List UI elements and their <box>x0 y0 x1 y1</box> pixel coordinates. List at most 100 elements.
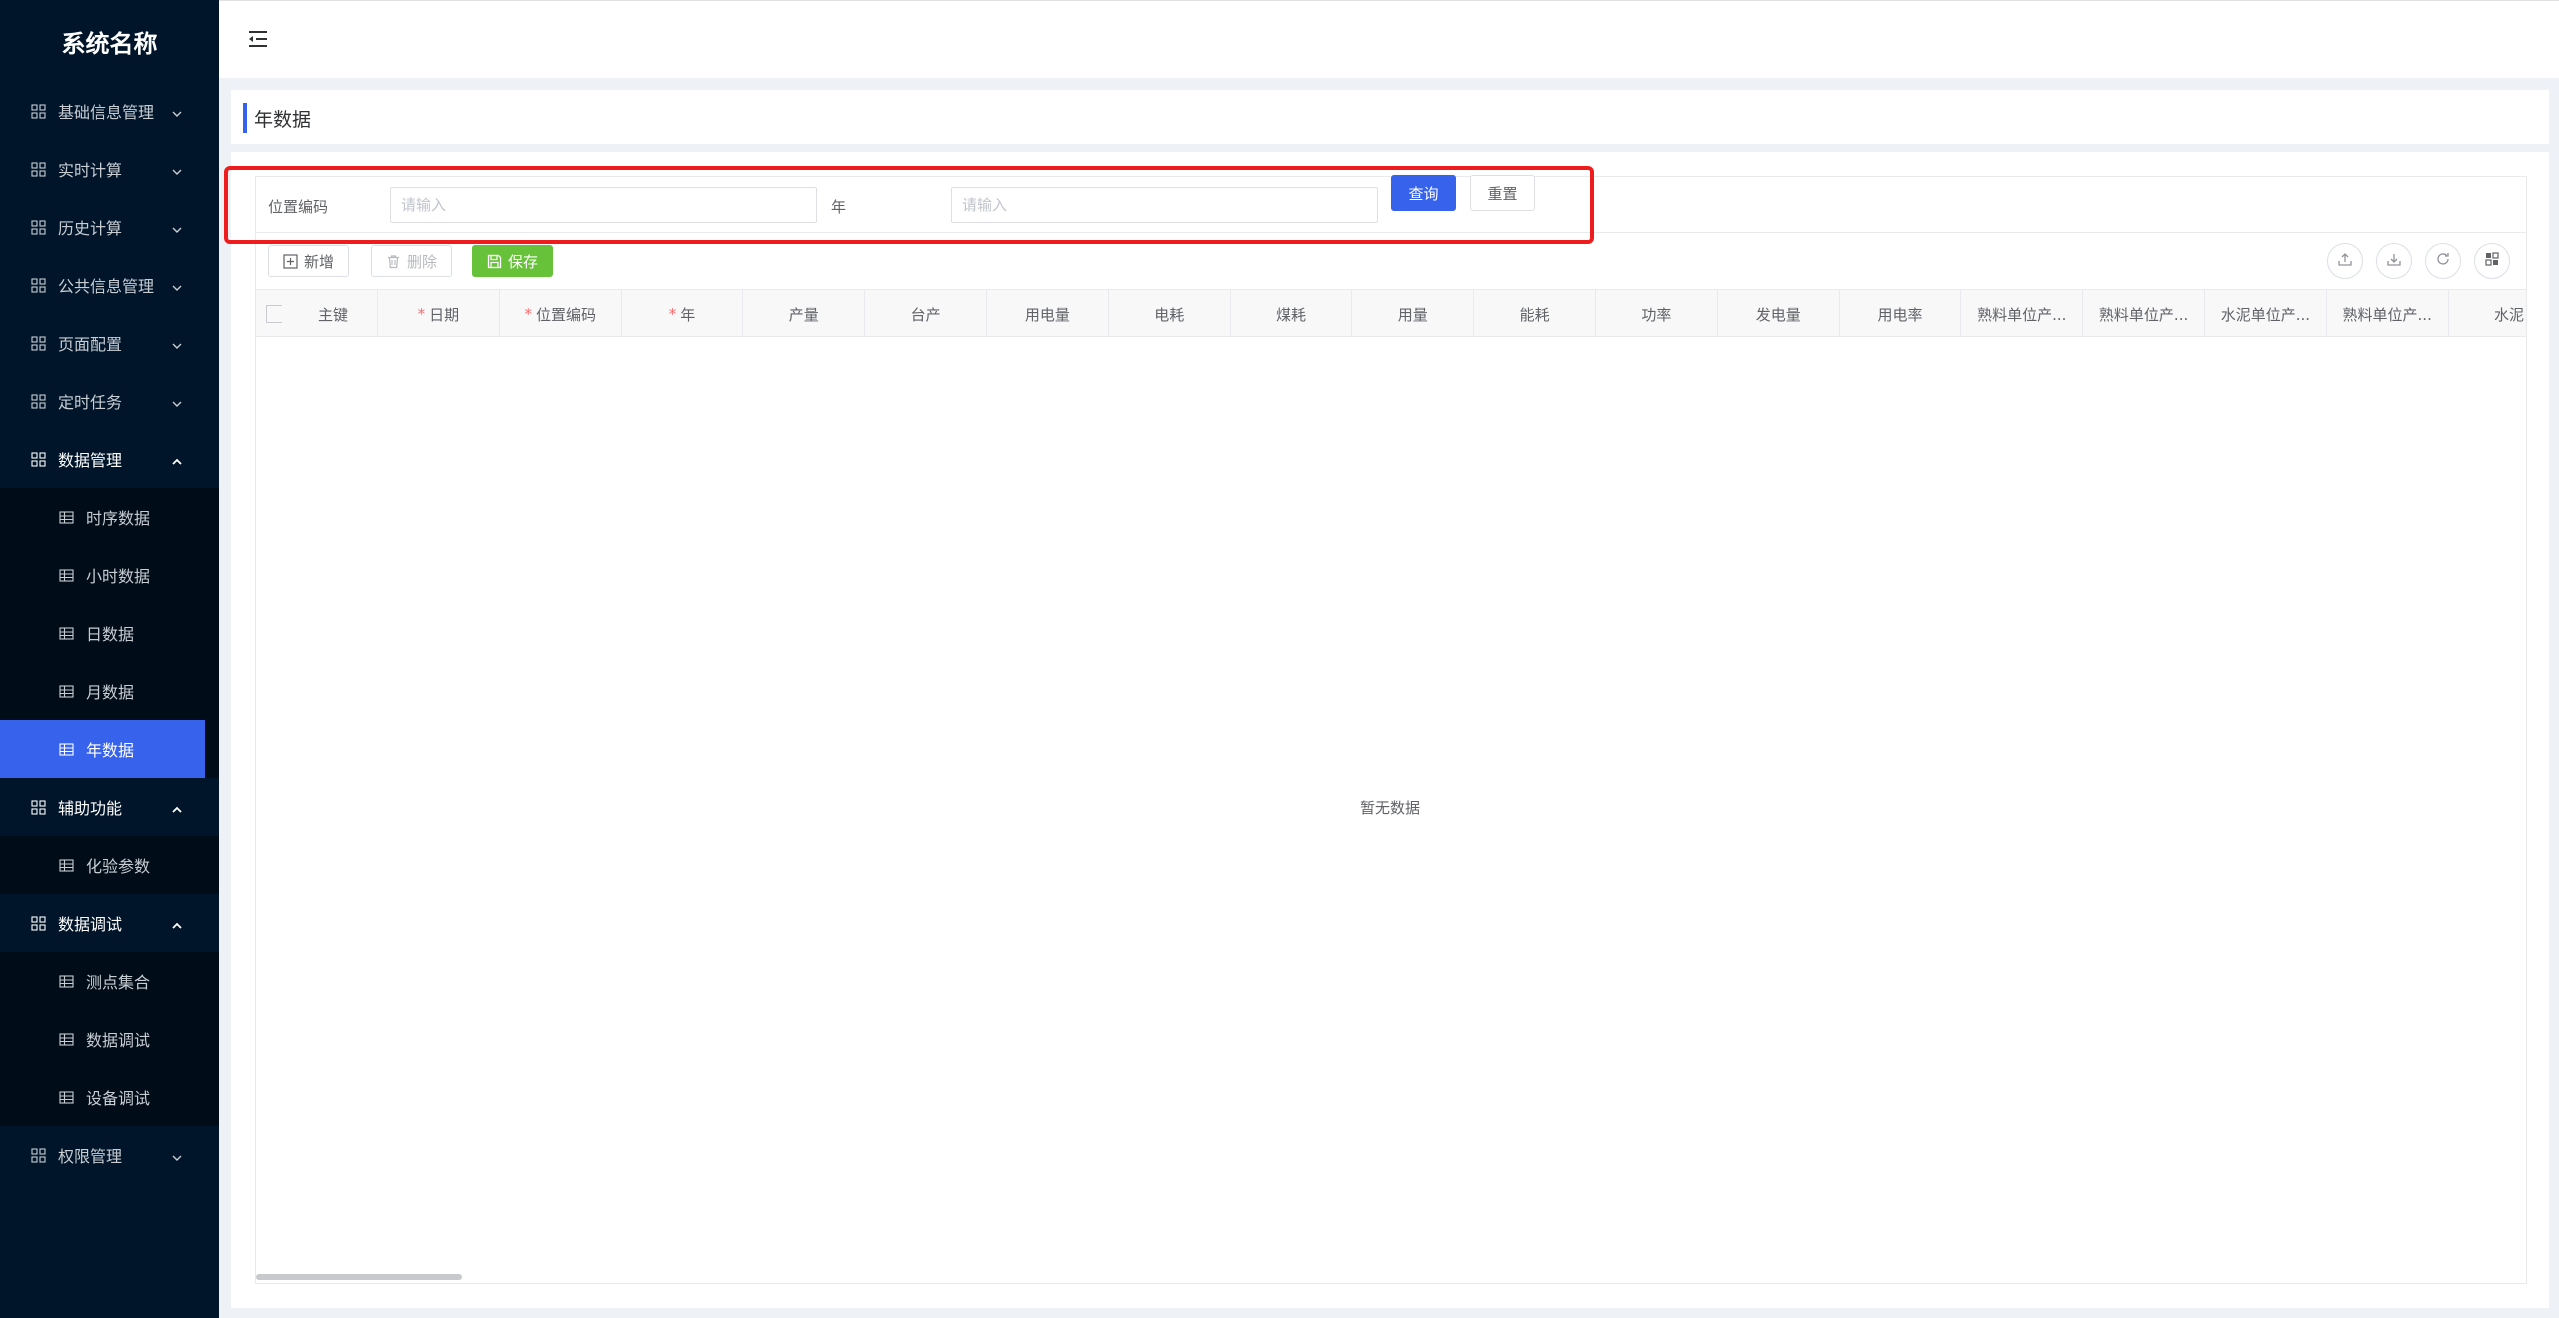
sidebar-menu: 基础信息管理 实时计算历史计算公共信息管理 页面配置定时任务数据管理时序数据小时数据… <box>0 82 219 1184</box>
column-label: 台产 <box>910 305 941 324</box>
table-icon <box>59 568 74 583</box>
add-button-label: 新增 <box>304 252 335 271</box>
column-label: 用电率 <box>1877 305 1923 324</box>
sidebar-subitem-label: 年数据 <box>86 741 135 760</box>
app-title: 系统名称 <box>61 29 158 58</box>
sidebar-subitem-label: 测点集合 <box>86 973 151 992</box>
sidebar-subitem[interactable]: 日数据 <box>0 604 219 662</box>
page-title: 年数据 <box>254 109 312 131</box>
grid-icon <box>31 1147 46 1163</box>
import-button[interactable] <box>2327 243 2363 279</box>
grid-icon <box>31 393 46 409</box>
chevron-up-icon <box>171 453 183 465</box>
table-icon <box>59 858 74 873</box>
table-column-header[interactable]: 水泥 <box>2449 290 2526 336</box>
grid-icon <box>31 161 46 177</box>
sidebar-subitem[interactable]: 测点集合 <box>0 952 219 1010</box>
sidebar-item-label: 定时任务 <box>58 393 123 412</box>
required-asterisk: * <box>668 305 677 323</box>
column-settings-button[interactable] <box>2474 243 2510 279</box>
sidebar-item[interactable]: 实时计算 <box>0 140 219 198</box>
table-column-header[interactable]: 熟料单位产... <box>2083 290 2205 336</box>
chevron-down-icon <box>171 163 183 175</box>
table-column-header[interactable]: 能耗 <box>1474 290 1596 336</box>
table-column-header[interactable]: 用量 <box>1352 290 1475 336</box>
table-icon <box>59 626 74 641</box>
table-column-header[interactable]: 功率 <box>1596 290 1718 336</box>
sidebar-item-label: 页面配置 <box>58 335 123 354</box>
table-column-header[interactable]: 熟料单位产... <box>2327 290 2449 336</box>
download-icon <box>2386 251 2402 271</box>
sidebar-subitem[interactable]: 小时数据 <box>0 546 219 604</box>
save-button-label: 保存 <box>508 252 539 271</box>
column-label: 发电量 <box>1755 305 1801 324</box>
table-column-header[interactable]: * 年 <box>622 290 744 336</box>
sidebar-subitem[interactable]: 月数据 <box>0 662 219 720</box>
refresh-button[interactable] <box>2425 243 2461 279</box>
table-column-header[interactable]: 用电率 <box>1840 290 1962 336</box>
sidebar-item-label: 实时计算 <box>58 161 123 180</box>
column-label: 电耗 <box>1154 305 1185 324</box>
sidebar-item[interactable]: 数据管理 <box>0 430 219 488</box>
menu-collapse-icon[interactable] <box>247 29 269 49</box>
delete-button-label: 删除 <box>407 252 438 271</box>
table-column-header[interactable]: * 日期 <box>378 290 500 336</box>
column-label: 年 <box>680 305 696 324</box>
select-all-checkbox[interactable] <box>266 305 282 323</box>
table-icon <box>59 510 74 525</box>
plus-square-icon <box>283 253 298 269</box>
table-column-header[interactable]: 台产 <box>865 290 987 336</box>
table-column-header[interactable]: 电耗 <box>1109 290 1231 336</box>
sidebar-item[interactable]: 数据调试 <box>0 894 219 952</box>
table-column-header[interactable]: 水泥单位产... <box>2205 290 2327 336</box>
sidebar-item[interactable]: 历史计算 <box>0 198 219 256</box>
table-column-header[interactable]: 主键 <box>289 290 378 336</box>
table-column-header[interactable]: * 位置编码 <box>500 290 622 336</box>
table-icon <box>59 1032 74 1047</box>
refresh-icon <box>2435 251 2451 271</box>
sidebar-item[interactable]: 页面配置 <box>0 314 219 372</box>
sidebar-item[interactable]: 权限管理 <box>0 1126 219 1184</box>
table-column-header[interactable]: 发电量 <box>1718 290 1840 336</box>
grid-icon <box>2484 251 2500 271</box>
grid-icon <box>31 799 46 815</box>
sidebar-subitem[interactable]: 化验参数 <box>0 836 219 894</box>
grid-icon <box>31 277 46 293</box>
chevron-down-icon <box>171 105 183 117</box>
sidebar-subitem[interactable]: 数据调试 <box>0 1010 219 1068</box>
grid-icon <box>31 915 46 931</box>
sidebar-item[interactable]: 公共信息管理 <box>0 256 219 314</box>
required-asterisk: * <box>417 305 426 323</box>
column-label: 用量 <box>1397 305 1428 324</box>
delete-button[interactable]: 删除 <box>371 245 453 277</box>
table-column-header[interactable]: 煤耗 <box>1231 290 1353 336</box>
sidebar-subitem[interactable]: 设备调试 <box>0 1068 219 1126</box>
sidebar-item[interactable]: 辅助功能 <box>0 778 219 836</box>
sidebar-item[interactable]: 基础信息管理 <box>0 82 219 140</box>
sidebar-item-label: 基础信息管理 <box>58 103 155 122</box>
sidebar-item-label: 数据管理 <box>58 451 123 470</box>
table-column-header[interactable]: 用电量 <box>987 290 1109 336</box>
column-label: 熟料单位产... <box>1977 305 2067 324</box>
title-accent <box>243 103 247 133</box>
add-button[interactable]: 新增 <box>268 245 350 277</box>
column-label: 产量 <box>788 305 819 324</box>
export-button[interactable] <box>2376 243 2412 279</box>
sidebar: 系统名称 基础信息管理 实时计算历史计算公共信息管理 页面配置定时任务数据管理时序数… <box>0 0 219 1318</box>
chevron-down-icon <box>171 221 183 233</box>
grid-icon <box>31 103 46 119</box>
sidebar-item[interactable]: 定时任务 <box>0 372 219 430</box>
sidebar-item-label: 公共信息管理 <box>58 277 155 296</box>
submenu: 时序数据小时数据 日数据 月数据年数据 <box>0 488 219 778</box>
grid-icon <box>31 335 46 351</box>
table-column-header[interactable]: 熟料单位产... <box>1961 290 2084 336</box>
horizontal-scrollbar[interactable] <box>256 1274 462 1280</box>
table-column-header[interactable]: 产量 <box>743 290 866 336</box>
sidebar-subitem-label: 时序数据 <box>86 509 151 528</box>
column-label: 用电量 <box>1024 305 1070 324</box>
submenu: 化验参数 <box>0 836 219 894</box>
table-container <box>255 176 2527 1284</box>
sidebar-subitem[interactable]: 时序数据 <box>0 488 219 546</box>
sidebar-subitem[interactable]: 年数据 <box>0 720 205 778</box>
save-button[interactable]: 保存 <box>472 245 554 277</box>
